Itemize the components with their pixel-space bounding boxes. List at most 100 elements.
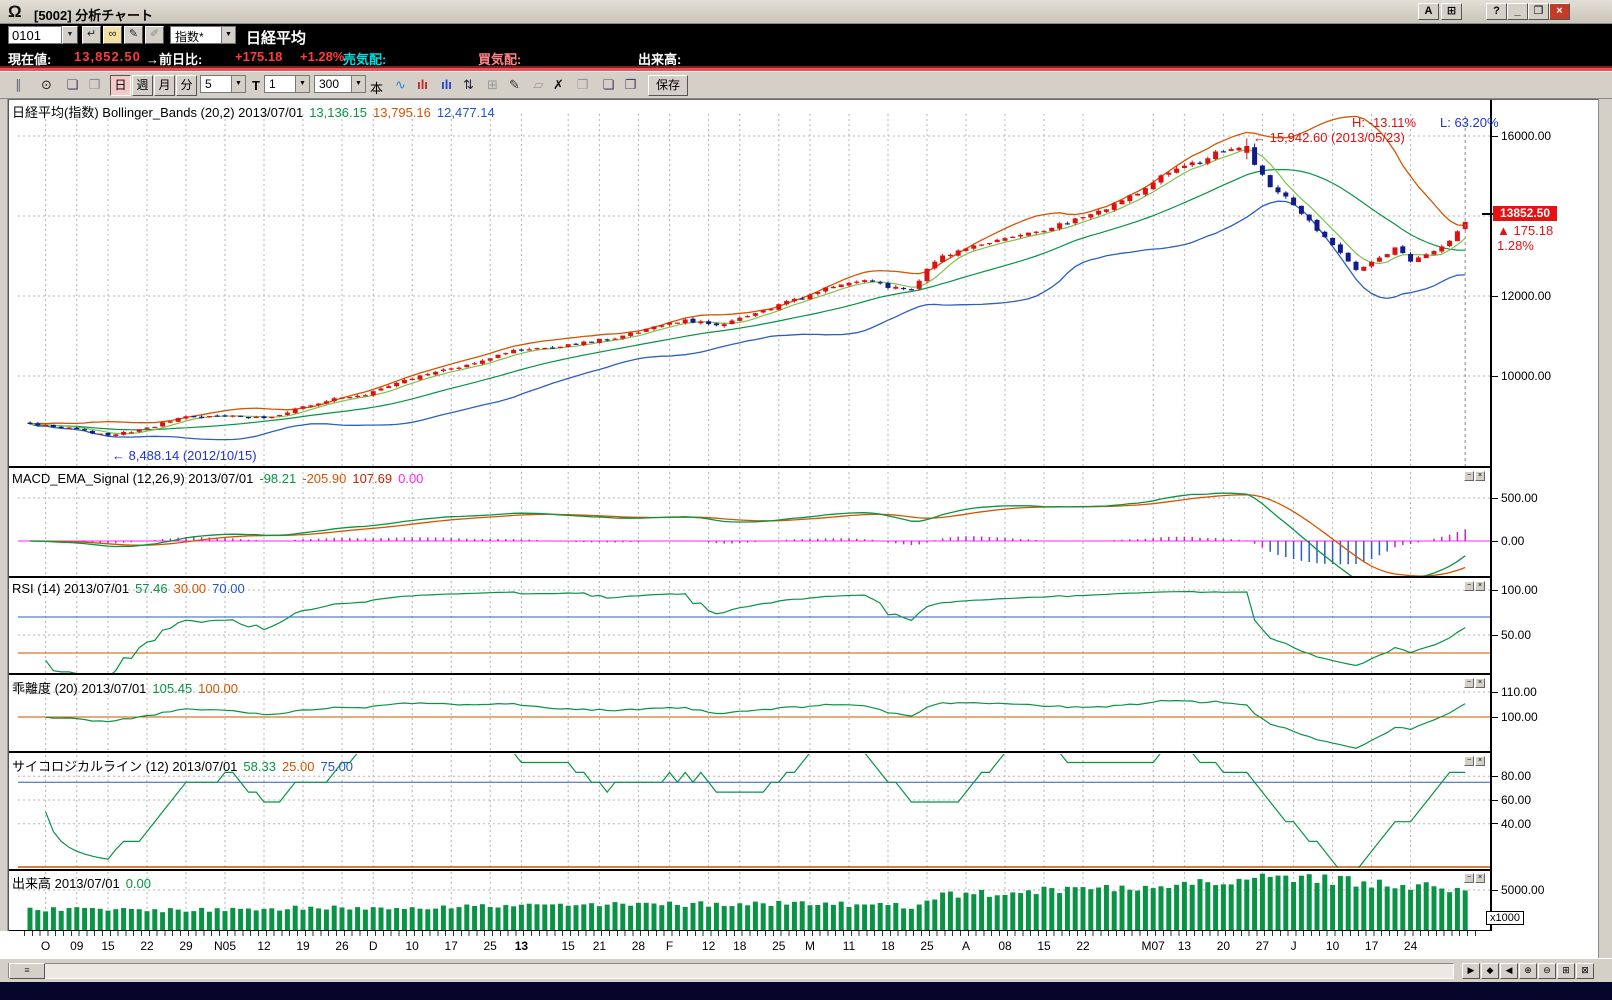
x-axis-label: 19 (296, 939, 309, 953)
panel-close-button[interactable]: × (1475, 873, 1485, 883)
scrollbar-button-5[interactable]: ⊞ (1557, 963, 1575, 979)
x-axis-label: 15 (1037, 939, 1050, 953)
x-axis-label: 24 (1404, 939, 1417, 953)
panel-minimize-button[interactable]: − (1464, 873, 1474, 883)
chevron-down-icon[interactable]: ▼ (295, 76, 309, 92)
x-axis-label: 22 (140, 939, 153, 953)
x-axis-label: 28 (632, 939, 645, 953)
y-axis-label: 100.00 (1501, 583, 1538, 597)
symbol-dropdown-button[interactable]: ▼ (62, 26, 78, 44)
bar-count-dropdown[interactable]: 300 ▼ (314, 75, 366, 93)
scrollbar-button-4[interactable]: ⊖ (1538, 963, 1556, 979)
panel-close-button[interactable]: × (1475, 581, 1485, 591)
x-axis-label: 18 (733, 939, 746, 953)
scrollbar-button-6[interactable]: ⊠ (1576, 963, 1594, 979)
y-axis-tick (1492, 800, 1498, 801)
enter-button[interactable]: ↵ (82, 26, 101, 44)
x-axis-label: 12 (257, 939, 270, 953)
bollinger-upper-value: 13,795.16 (373, 105, 431, 120)
x-axis-label: 17 (1365, 939, 1378, 953)
x-axis-label: 26 (335, 939, 348, 953)
category-dropdown[interactable]: 指数* ▼ (170, 26, 236, 44)
maximize-button[interactable]: ❐ (1528, 3, 1549, 20)
horizontal-scrollbar[interactable] (8, 963, 1454, 979)
annotation-low-price: ← 8,488.14 (2012/10/15) (112, 448, 257, 463)
price-marker-change: ▲ 175.18 (1497, 223, 1553, 238)
scrollbar-button-1[interactable]: ◆ (1481, 963, 1499, 979)
symbol-input[interactable] (8, 26, 62, 44)
panel-minimize-button[interactable]: − (1464, 756, 1474, 766)
change-pct-value: +1.28% (300, 49, 344, 64)
panel-close-button[interactable]: × (1475, 756, 1485, 766)
y-axis-line (1490, 100, 1492, 932)
x-axis-label: M (805, 939, 815, 953)
x-axis-label: 11 (843, 939, 855, 953)
panel-close-button[interactable]: × (1475, 678, 1485, 688)
chart-stage[interactable]: 日経平均(指数) Bollinger_Bands (20,2) 2013/07/… (0, 99, 1598, 931)
scrollbar-button-0[interactable]: ▶ (1462, 963, 1480, 979)
right-window-edge (1598, 99, 1612, 958)
scrollbar-button-3[interactable]: ⊕ (1519, 963, 1537, 979)
scrollbar-thumb[interactable]: ≡ (9, 963, 45, 979)
panel-minimize-button[interactable]: − (1464, 678, 1474, 688)
y-axis-label: 110.00 (1501, 685, 1537, 699)
page-c-icon[interactable]: ❐ (620, 75, 641, 96)
page-p-icon[interactable]: ❏ (598, 75, 619, 96)
trendline-icon[interactable]: ∿ (390, 75, 411, 96)
x-axis-label: 20 (1217, 939, 1230, 953)
chevron-down-icon[interactable]: ▼ (231, 76, 245, 92)
candlestick-icon[interactable]: ∥ (8, 75, 29, 96)
panel-close-button[interactable]: × (1475, 471, 1485, 481)
chevron-down-icon[interactable]: ▼ (351, 76, 365, 92)
red-histogram-icon[interactable]: ılı (412, 75, 433, 96)
change-value: +175.18 (235, 49, 282, 64)
period-day-button[interactable]: 日 (110, 75, 131, 96)
x-axis-label: 27 (1256, 939, 1269, 953)
help-button[interactable]: ? (1486, 3, 1507, 20)
bar-width-dropdown[interactable]: 5 ▼ (200, 75, 246, 93)
panel-minimize-button[interactable]: − (1464, 471, 1474, 481)
y-axis-label: 5000.00 (1501, 883, 1544, 897)
minimize-button[interactable]: _ (1507, 3, 1528, 20)
new-page-icon[interactable]: ❏ (62, 75, 83, 96)
close-button[interactable]: × (1549, 3, 1570, 20)
brush-icon[interactable]: ✐ (145, 26, 164, 44)
x-axis-label: 12 (702, 939, 715, 953)
layout-button[interactable]: ⊞ (1441, 3, 1462, 20)
eraser-icon[interactable]: ▱ (528, 75, 549, 96)
copy-icon[interactable]: ❐ (572, 75, 593, 96)
binoculars-icon[interactable]: ∞ (103, 26, 122, 44)
macd-panel-title: MACD_EMA_Signal (12,26,9) 2013/07/01 (12, 471, 253, 486)
zoom-icon[interactable]: ⊙ (36, 75, 57, 96)
x-axis-label: 22 (1076, 939, 1089, 953)
panel-minimize-button[interactable]: − (1464, 581, 1474, 591)
scrollbar-button-2[interactable]: ◀ (1500, 963, 1518, 979)
font-size-button[interactable]: A (1418, 3, 1439, 20)
status-bar (0, 982, 1612, 1000)
x-axis-label: M07 (1142, 939, 1165, 953)
chevron-down-icon[interactable]: ▼ (221, 27, 235, 43)
save-button[interactable]: 保存 (648, 75, 688, 96)
x-axis-label: 25 (772, 939, 785, 953)
price-chart-canvas[interactable] (8, 100, 1492, 932)
rsi-panel-title: RSI (14) 2013/07/01 (12, 581, 129, 596)
period-month-button[interactable]: 月 (154, 75, 175, 96)
blue-histogram-icon[interactable]: ılı (436, 75, 457, 96)
period-minute-button[interactable]: 分 (176, 75, 197, 96)
macd-panel (30, 493, 1465, 584)
bollinger-mid-value: 13,136.15 (309, 105, 367, 120)
rsi-oversold-value: 30.00 (174, 581, 207, 596)
y-axis-tick (1492, 776, 1498, 777)
edit-icon[interactable]: ✎ (124, 26, 143, 44)
y-axis-tick (1492, 590, 1498, 591)
delete-icon[interactable]: ✗ (548, 75, 569, 96)
sort-arrows-icon[interactable]: ⇅ (458, 75, 479, 96)
copy-page-icon[interactable]: ❐ (84, 75, 105, 96)
y-axis-label: 50.00 (1501, 628, 1531, 642)
grid-icon[interactable]: ⊞ (482, 75, 503, 96)
pencil-icon[interactable]: ✎ (504, 75, 525, 96)
period-week-button[interactable]: 週 (132, 75, 153, 96)
y-axis-label: 60.00 (1501, 793, 1531, 807)
left-window-edge (0, 99, 8, 958)
interval-dropdown[interactable]: 1 ▼ (264, 75, 310, 93)
